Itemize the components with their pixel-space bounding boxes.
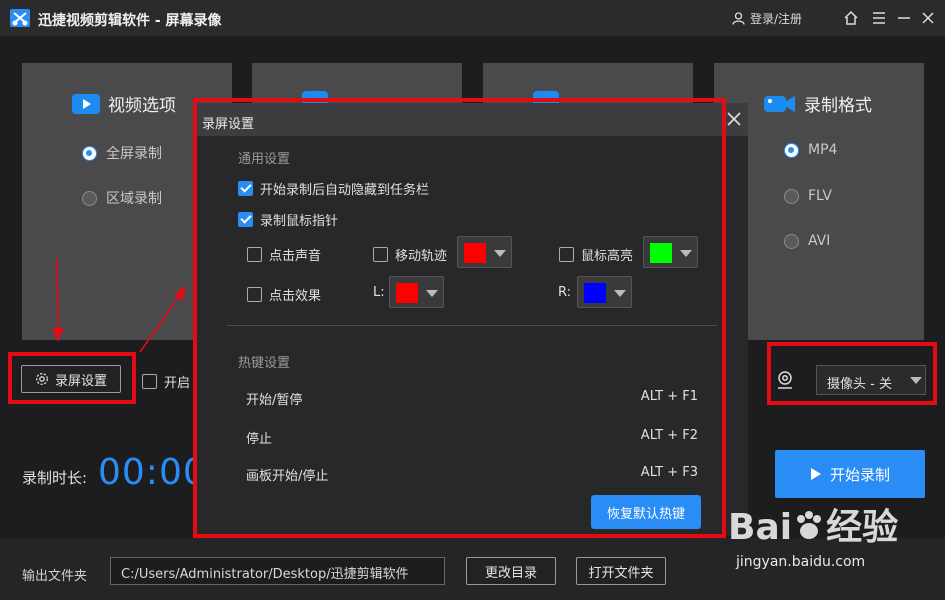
change-dir-button[interactable]: 更改目录	[466, 557, 556, 585]
output-path-field[interactable]: C:/Users/Administrator/Desktop/迅捷剪辑软件	[110, 557, 445, 585]
start-record-button[interactable]: 开始录制	[775, 450, 925, 498]
open-folder-button[interactable]: 打开文件夹	[576, 557, 666, 585]
camera-select-value: 摄像头 - 关	[827, 377, 892, 392]
dialog-close-icon[interactable]	[725, 110, 743, 128]
chevron-down-icon	[910, 377, 922, 384]
play-icon	[810, 468, 821, 480]
output-folder-label: 输出文件夹	[22, 569, 88, 584]
start-record-label: 开始录制	[829, 465, 890, 484]
camera-select[interactable]: 摄像头 - 关	[816, 365, 926, 395]
webcam-icon	[778, 371, 792, 389]
duration-value: 00:00	[98, 452, 207, 493]
paw-icon	[797, 511, 822, 539]
watermark-url: jingyan.baidu.com	[736, 554, 866, 570]
watermark-brand: Bai 经验	[728, 507, 899, 548]
dialog-highlight-box	[193, 98, 726, 538]
duration-label: 录制时长:	[22, 469, 88, 487]
